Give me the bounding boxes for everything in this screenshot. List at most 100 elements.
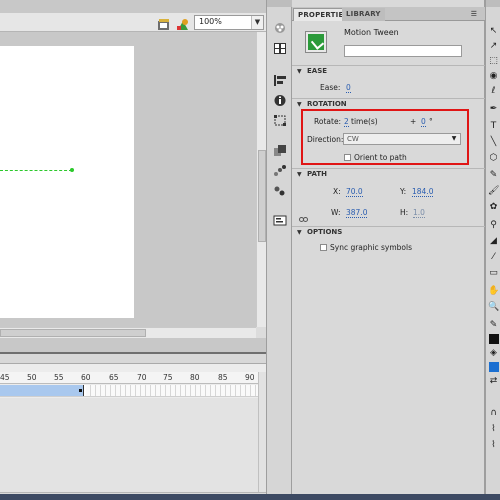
- 3d-rotation-tool-icon[interactable]: ◉: [488, 71, 499, 82]
- sync-graphic-symbols-checkbox[interactable]: [320, 244, 327, 251]
- expand-triangle-icon: ▼: [297, 229, 302, 236]
- line-tool-icon[interactable]: ╲: [488, 137, 499, 148]
- ruler-label: 45: [0, 373, 10, 382]
- motion-path-endpoint[interactable]: [70, 168, 74, 172]
- stage-vertical-scroll-thumb[interactable]: [258, 150, 266, 242]
- ease-value[interactable]: 0: [346, 83, 351, 93]
- eraser-tool-icon[interactable]: ▭: [488, 268, 499, 279]
- pencil-tool-icon[interactable]: ✎: [488, 170, 499, 181]
- text-tool-icon[interactable]: T: [488, 121, 499, 132]
- stroke-color-icon[interactable]: ✎: [488, 320, 499, 331]
- edit-symbols-icon[interactable]: [176, 16, 190, 30]
- instance-name-input[interactable]: [344, 45, 462, 57]
- sync-graphic-symbols-label: Sync graphic symbols: [330, 243, 412, 252]
- color-panel-icon[interactable]: [273, 20, 287, 33]
- ease-label: Ease:: [320, 83, 341, 92]
- subselection-tool-icon[interactable]: ↗: [488, 41, 499, 52]
- swap-colors-icon[interactable]: ⇄: [488, 376, 499, 387]
- path-h-value: 1.0: [413, 208, 425, 218]
- expand-triangle-icon: ▼: [297, 68, 302, 75]
- zoom-value: 100%: [199, 17, 222, 26]
- info-icon[interactable]: [273, 92, 287, 106]
- keyframe-marker[interactable]: [79, 389, 82, 392]
- ruler-label: 80: [190, 373, 200, 382]
- scroll-corner: [256, 327, 266, 338]
- properties-panel: PROPERTIES LIBRARY ☰ Motion Tween ▼ EASE…: [292, 0, 485, 500]
- stroke-color-swatch[interactable]: [489, 334, 499, 344]
- expand-triangle-icon: ▼: [297, 171, 302, 178]
- zoom-tool-icon[interactable]: 🔍: [488, 302, 499, 313]
- pen-tool-icon[interactable]: ✒: [488, 104, 499, 115]
- link-constrain-icon[interactable]: [299, 208, 308, 222]
- brush-tool-icon[interactable]: 🖌: [488, 186, 499, 197]
- section-title: PATH: [307, 170, 327, 178]
- stage-vertical-scrollbar[interactable]: [256, 32, 266, 327]
- panel-icon-strip: [266, 0, 293, 500]
- path-x-value[interactable]: 70.0: [346, 187, 363, 197]
- stage-area: 100% ▼: [0, 0, 266, 352]
- motion-path[interactable]: [0, 170, 72, 171]
- zoom-select[interactable]: 100% ▼: [194, 15, 264, 30]
- expand-triangle-icon: ▼: [297, 101, 302, 108]
- components-icon[interactable]: [273, 142, 287, 156]
- stage-horizontal-scroll-thumb[interactable]: [0, 329, 146, 337]
- code-snippets-icon[interactable]: [273, 182, 287, 196]
- lasso-tool-icon[interactable]: ℓ: [488, 86, 499, 97]
- eyedropper-tool-icon[interactable]: ⁄: [488, 252, 499, 263]
- path-y-label: Y:: [400, 187, 407, 196]
- taskbar: [0, 494, 500, 500]
- hand-tool-icon[interactable]: ✋: [488, 286, 499, 297]
- timeline-layer-row[interactable]: [0, 385, 258, 397]
- library-panel-icon[interactable]: [273, 212, 287, 226]
- fill-color-icon[interactable]: ◈: [488, 348, 499, 359]
- empty-frames[interactable]: [86, 385, 258, 396]
- ruler-label: 50: [27, 373, 37, 382]
- edit-scene-icon[interactable]: [157, 16, 171, 30]
- instance-type-label: Motion Tween: [344, 28, 399, 37]
- motion-tween-icon: [305, 31, 327, 53]
- ruler-label: 85: [218, 373, 228, 382]
- swatches-icon[interactable]: [273, 40, 287, 54]
- timeline-vertical-scrollbar[interactable]: [258, 372, 266, 492]
- fill-color-swatch[interactable]: [489, 362, 499, 372]
- selection-tool-icon[interactable]: ↖: [488, 26, 499, 37]
- path-section-header[interactable]: ▼ PATH: [292, 168, 485, 180]
- ruler-label: 75: [163, 373, 173, 382]
- path-x-label: X:: [333, 187, 341, 196]
- tools-panel: ↖ ↗ ⬚ ◉ ℓ ✒ T ╲ ⬡ ✎ 🖌 ✿ ⚲ ◢ ⁄ ▭ ✋ 🔍 ✎ ◈ …: [485, 0, 500, 500]
- chevron-down-icon: ▼: [251, 16, 263, 29]
- panel-grip[interactable]: [267, 0, 293, 7]
- timeline-ruler[interactable]: 45 50 55 60 65 70 75 80 85 90: [0, 372, 258, 384]
- stage-horizontal-scrollbar[interactable]: [0, 327, 256, 338]
- stage-canvas[interactable]: [0, 46, 134, 318]
- options-section-header[interactable]: ▼ OPTIONS: [292, 226, 485, 238]
- ruler-label: 55: [54, 373, 64, 382]
- ease-section-header[interactable]: ▼ EASE: [292, 65, 485, 77]
- timeline-empty-area: [0, 398, 258, 492]
- section-title: OPTIONS: [307, 228, 343, 236]
- path-w-value[interactable]: 387.0: [346, 208, 368, 218]
- tween-span[interactable]: [0, 385, 84, 396]
- ruler-label: 70: [137, 373, 147, 382]
- tools-grip[interactable]: [486, 0, 500, 7]
- section-title: ROTATION: [307, 100, 347, 108]
- align-icon[interactable]: [273, 72, 287, 86]
- path-h-label: H:: [400, 208, 409, 217]
- timeline-panel: 45 50 55 60 65 70 75 80 85 90: [0, 352, 266, 500]
- highlight-annotation: [301, 109, 469, 165]
- bone-tool-icon[interactable]: ⚲: [488, 220, 499, 231]
- path-y-value[interactable]: 184.0: [412, 187, 434, 197]
- deco-tool-icon[interactable]: ✿: [488, 202, 499, 213]
- motion-presets-icon[interactable]: [273, 162, 287, 176]
- snap-magnet-icon[interactable]: ∩: [488, 408, 499, 419]
- polystar-tool-icon[interactable]: ⬡: [488, 153, 499, 164]
- transform-icon[interactable]: [273, 112, 287, 126]
- paint-bucket-tool-icon[interactable]: ◢: [488, 236, 499, 247]
- section-title: EASE: [307, 67, 328, 75]
- straighten-option-icon[interactable]: ⌇: [488, 440, 499, 451]
- smooth-option-icon[interactable]: ⌇: [488, 424, 499, 435]
- free-transform-tool-icon[interactable]: ⬚: [488, 56, 499, 67]
- panel-menu-icon[interactable]: ☰: [471, 10, 477, 18]
- tab-library[interactable]: LIBRARY: [342, 8, 385, 21]
- panel-tab-bar: PROPERTIES LIBRARY ☰: [292, 7, 485, 21]
